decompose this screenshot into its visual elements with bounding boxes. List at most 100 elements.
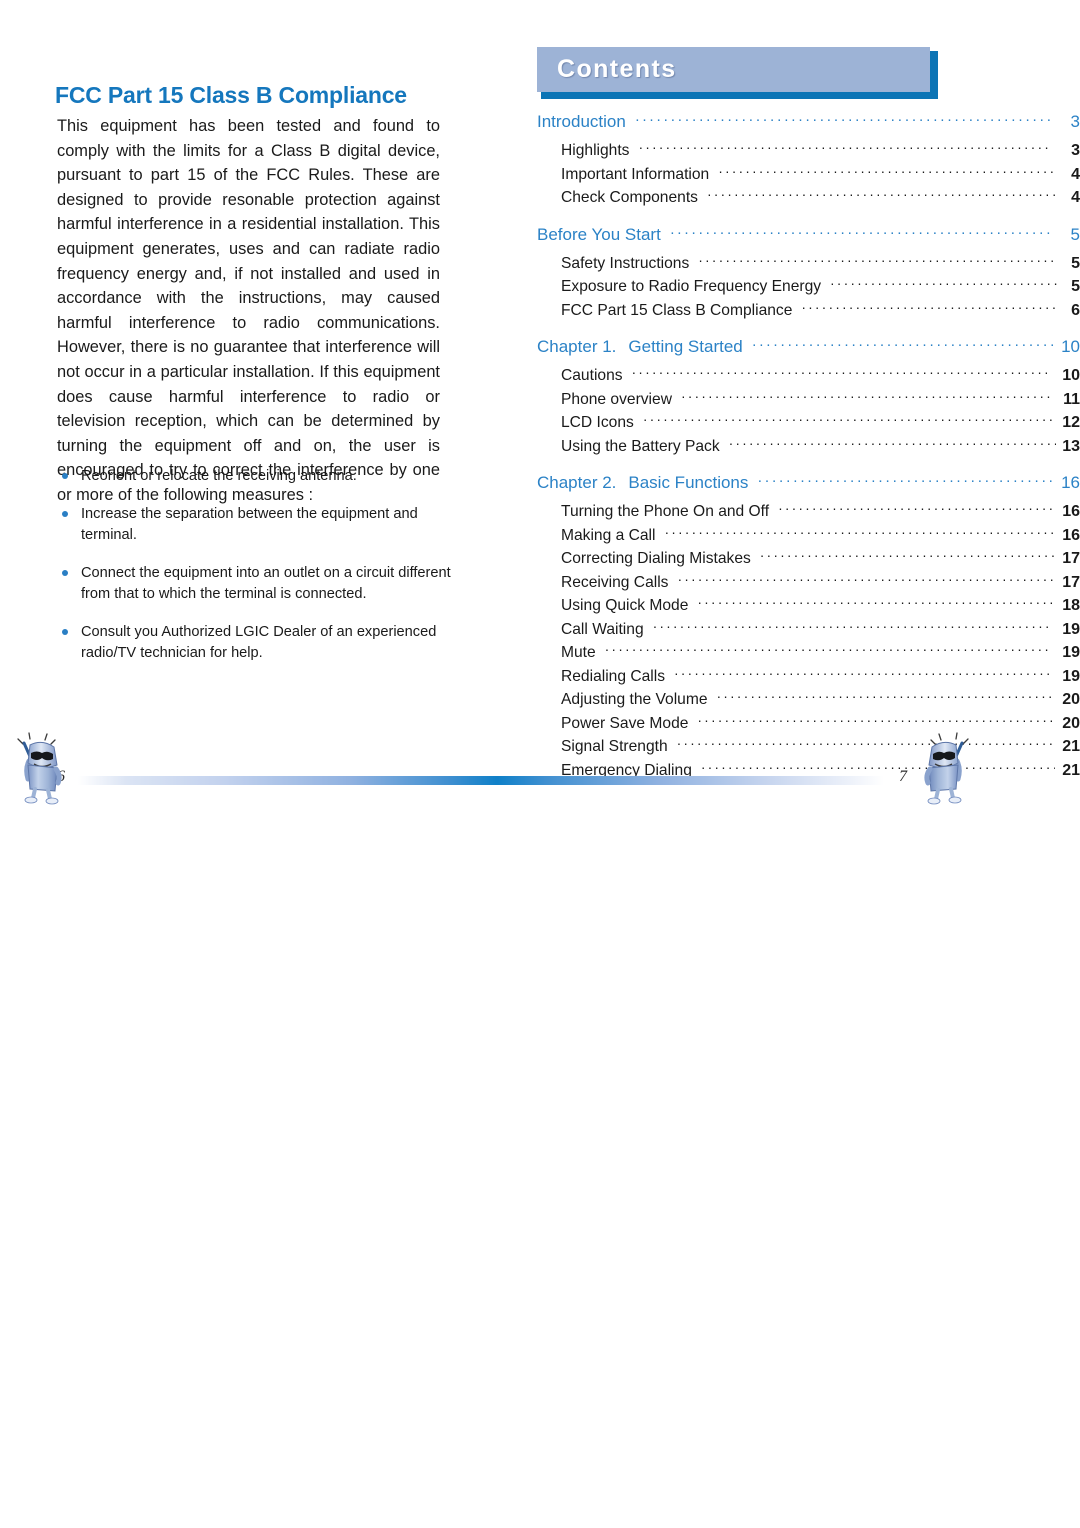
toc-page-number: 10 bbox=[1062, 367, 1080, 384]
toc-page-number: 12 bbox=[1062, 414, 1080, 431]
contents-title: Contents bbox=[557, 55, 677, 83]
toc-dot-leader: ········································… bbox=[751, 336, 1055, 353]
toc-dot-leader: ········································… bbox=[642, 411, 1052, 427]
list-item: Reorient or relocate the receiving anten… bbox=[57, 466, 457, 487]
toc-section-heading[interactable]: Introduction ····························… bbox=[500, 111, 1080, 142]
toc-dot-leader: ········································… bbox=[669, 223, 1055, 241]
toc-entry-label: Adjusting the Volume bbox=[561, 691, 708, 708]
toc-dot-leader: ········································… bbox=[638, 139, 1051, 155]
toc-page-number: 20 bbox=[1062, 691, 1080, 708]
toc-page-number: 4 bbox=[1071, 165, 1080, 183]
toc-dot-leader: ········································… bbox=[652, 617, 1053, 634]
page-title: FCC Part 15 Class B Compliance bbox=[55, 82, 407, 108]
toc-page-number: 19 bbox=[1062, 620, 1080, 638]
toc-dot-leader: ········································… bbox=[680, 387, 1054, 404]
toc-page-number: 21 bbox=[1062, 761, 1080, 779]
toc-section-label: Basic Functions bbox=[628, 473, 749, 492]
toc-entry[interactable]: FCC Part 15 Class B Compliance ··········… bbox=[500, 298, 1080, 326]
toc-dot-leader: ········································… bbox=[757, 472, 1056, 489]
toc-page-number: 16 bbox=[1062, 503, 1080, 520]
footer-divider bbox=[78, 776, 884, 785]
toc-dot-leader: ········································… bbox=[716, 688, 1056, 704]
toc-dot-leader: ········································… bbox=[697, 711, 1054, 728]
right-page: Contents Introduction ···················… bbox=[500, 0, 1080, 820]
toc-page-number: 10 bbox=[1061, 337, 1080, 356]
list-item: Consult you Authorized LGIC Dealer of an… bbox=[57, 622, 457, 664]
toc-page-number: 5 bbox=[1071, 254, 1080, 272]
toc-entry-label: Safety Instructions bbox=[561, 254, 690, 272]
bullet-dot-icon bbox=[62, 570, 68, 576]
toc-page-number: 17 bbox=[1062, 573, 1080, 591]
toc-entry-label: Exposure to Radio Frequency Energy bbox=[561, 278, 822, 295]
toc-dot-leader: ········································… bbox=[677, 570, 1054, 587]
toc-page-number: 6 bbox=[1071, 301, 1080, 319]
toc-dot-leader: ········································… bbox=[634, 111, 1053, 128]
toc-group: Introduction ····························… bbox=[500, 111, 1080, 213]
toc-section-label: Getting Started bbox=[628, 337, 743, 356]
toc-entry-label: LCD Icons bbox=[561, 414, 634, 431]
toc-entry-label: Using the Battery Pack bbox=[561, 437, 720, 455]
toc-entry-label: FCC Part 15 Class B Compliance bbox=[561, 301, 793, 319]
toc-entry-label: Power Save Mode bbox=[561, 714, 689, 732]
toc-entry-label: Mute bbox=[561, 644, 596, 661]
toc-page-number: 3 bbox=[1070, 112, 1080, 131]
toc-section-label: Introduction bbox=[537, 112, 626, 131]
toc-entry-label: Phone overview bbox=[561, 390, 672, 408]
bullet-list: Reorient or relocate the receiving anten… bbox=[57, 466, 457, 681]
list-item: Connect the equipment into an outlet on … bbox=[57, 563, 457, 605]
toc-page-number: 21 bbox=[1062, 738, 1080, 755]
contents-banner: Contents bbox=[537, 47, 938, 99]
toc-page-number: 4 bbox=[1071, 189, 1080, 206]
banner-edge-bottom bbox=[541, 92, 938, 99]
toc-entry-label: Using Quick Mode bbox=[561, 597, 689, 614]
toc-entry-label: Redialing Calls bbox=[561, 667, 666, 685]
page-number-right: 7 bbox=[899, 768, 907, 785]
toc-dot-leader: ········································… bbox=[697, 594, 1054, 610]
toc-group: Chapter 1. Getting Started ···············… bbox=[500, 336, 1080, 462]
toc-dot-leader: ········································… bbox=[698, 251, 1054, 268]
list-item: Increase the separation between the equi… bbox=[57, 504, 457, 546]
body-paragraph: This equipment has been tested and found… bbox=[57, 117, 440, 504]
toc-section-heading[interactable]: Chapter 2. Basic Functions ···············… bbox=[500, 472, 1080, 503]
list-item-label: Consult you Authorized LGIC Dealer of an… bbox=[81, 624, 437, 661]
toc-entry-label: Correcting Dialing Mistakes bbox=[561, 550, 751, 567]
phone-mascot-icon bbox=[918, 731, 972, 805]
toc-dot-leader: ········································… bbox=[706, 186, 1056, 202]
toc-dot-leader: ········································… bbox=[604, 641, 1050, 657]
toc-dot-leader: ········································… bbox=[674, 664, 1054, 681]
toc-page-number: 18 bbox=[1062, 597, 1080, 614]
toc-entry-label: Highlights bbox=[561, 142, 630, 159]
toc-dot-leader: ········································… bbox=[830, 275, 1061, 291]
toc-dot-leader: ········································… bbox=[759, 547, 1057, 563]
toc-entry-label: Turning the Phone On and Off bbox=[561, 503, 770, 520]
toc-page-number: 19 bbox=[1062, 644, 1080, 661]
table-of-contents: Introduction ····························… bbox=[500, 111, 1080, 797]
toc-page-number: 13 bbox=[1062, 437, 1080, 455]
toc-section-heading[interactable]: Chapter 1. Getting Started ···············… bbox=[500, 336, 1080, 367]
toc-dot-leader: ········································… bbox=[778, 500, 1056, 516]
toc-entry[interactable]: Using the Battery Pack ··················… bbox=[500, 434, 1080, 462]
toc-section-heading[interactable]: Before You Start ························… bbox=[500, 223, 1080, 255]
toc-entry[interactable]: Check Components ························… bbox=[500, 186, 1080, 213]
toc-page-number: 17 bbox=[1062, 550, 1080, 567]
toc-group: Chapter 2. Basic Functions ···············… bbox=[500, 472, 1080, 785]
toc-page-number: 5 bbox=[1071, 278, 1080, 295]
toc-entry-label: Signal Strength bbox=[561, 738, 668, 755]
toc-entry-label: Cautions bbox=[561, 367, 623, 384]
toc-page-number: 5 bbox=[1070, 224, 1080, 244]
toc-chapter-number: Chapter 2. bbox=[537, 473, 617, 492]
toc-dot-leader: ········································… bbox=[676, 735, 1054, 751]
toc-page-number: 16 bbox=[1061, 473, 1080, 492]
toc-dot-leader: ········································… bbox=[664, 523, 1053, 540]
left-page: FCC Part 15 Class B Compliance This equi… bbox=[0, 0, 500, 820]
toc-dot-leader: ········································… bbox=[728, 434, 1057, 451]
toc-entry-label: Important Information bbox=[561, 165, 710, 183]
toc-section-label: Before You Start bbox=[537, 224, 661, 244]
phone-mascot-icon bbox=[14, 731, 68, 805]
list-item-label: Connect the equipment into an outlet on … bbox=[81, 565, 451, 602]
toc-dot-leader: ········································… bbox=[801, 298, 1060, 315]
toc-page-number: 11 bbox=[1063, 390, 1080, 408]
list-item-label: Reorient or relocate the receiving anten… bbox=[81, 468, 357, 484]
bullet-dot-icon bbox=[62, 473, 68, 479]
toc-page-number: 3 bbox=[1071, 142, 1080, 159]
